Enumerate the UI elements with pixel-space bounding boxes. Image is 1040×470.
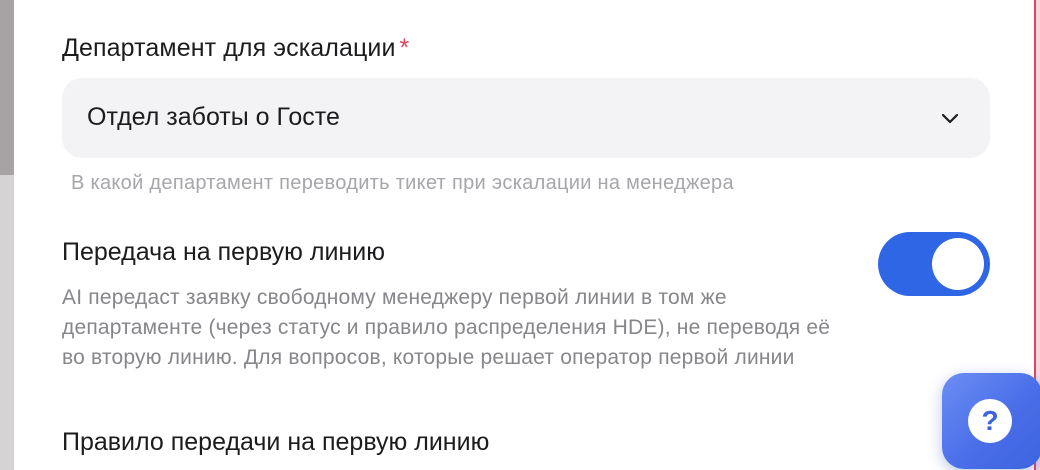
- escalation-department-label: Департамент для эскалации *: [62, 34, 409, 63]
- chevron-down-icon: [941, 113, 959, 124]
- escalation-department-select[interactable]: Отдел заботы о Госте: [62, 78, 990, 158]
- first-line-handoff-title: Передача на первую линию: [62, 238, 385, 266]
- first-line-rule-title: Правило передачи на первую линию: [62, 428, 490, 456]
- question-icon: ?: [968, 399, 1012, 443]
- backdrop-overlay-dark: [0, 0, 14, 175]
- first-line-handoff-description: AI передаст заявку свободному менеджеру …: [62, 286, 831, 369]
- settings-panel: Департамент для эскалации * Отдел заботы …: [14, 0, 1034, 470]
- escalation-department-hint: В какой департамент переводить тикет при…: [71, 172, 734, 194]
- first-line-handoff-toggle[interactable]: [878, 232, 990, 296]
- toggle-knob: [932, 238, 984, 290]
- escalation-department-label-text: Департамент для эскалации: [62, 34, 396, 62]
- help-button[interactable]: ?: [942, 373, 1040, 469]
- escalation-department-selected-value: Отдел заботы о Госте: [87, 103, 340, 131]
- required-mark: *: [399, 34, 410, 62]
